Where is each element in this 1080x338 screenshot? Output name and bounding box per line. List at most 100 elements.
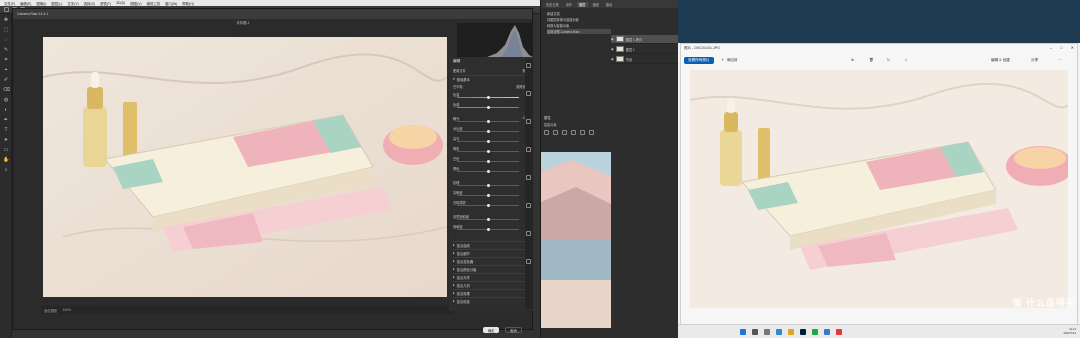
eye-icon[interactable]: ◉ <box>611 47 614 51</box>
slider-track[interactable] <box>457 119 519 123</box>
slider-track[interactable] <box>457 95 519 99</box>
slider-track[interactable] <box>457 149 519 153</box>
share-button[interactable]: 分享 <box>1031 58 1038 63</box>
more-icon[interactable]: ⋯ <box>1059 58 1063 62</box>
zoom-percent[interactable]: 100% <box>63 308 71 312</box>
delete-icon[interactable]: 🗑 <box>869 58 874 62</box>
acr-tool-icon[interactable] <box>526 259 531 264</box>
history-item[interactable]: 新建文档 <box>547 11 611 16</box>
section-basic[interactable]: ▾ 基础基本 <box>453 75 529 82</box>
slider-track[interactable] <box>457 217 519 221</box>
align-icon[interactable] <box>589 130 594 135</box>
slider-knob[interactable] <box>487 129 490 133</box>
align-icon[interactable] <box>580 130 585 135</box>
collapsed-section[interactable]: ▸ 混合曲线 <box>453 241 529 248</box>
tool-icon[interactable]: ⌖ <box>3 68 9 73</box>
collapsed-section[interactable]: ▸ 混合几何 <box>453 281 529 288</box>
wb-row[interactable]: 白平衡 原照设置 <box>453 83 529 89</box>
menu-item[interactable]: 选择(S) <box>84 1 95 6</box>
zoom-select[interactable]: 适合视图 <box>44 308 57 313</box>
eye-icon[interactable]: ◉ <box>611 57 614 61</box>
tool-icon[interactable]: ◐ <box>3 108 9 113</box>
slider-knob[interactable] <box>487 119 490 123</box>
profile-row[interactable]: 配置文件 颜色 <box>453 67 529 73</box>
tool-icon[interactable]: ◍ <box>3 98 9 103</box>
tool-icon[interactable]: ✐ <box>3 78 9 83</box>
slider-track[interactable] <box>457 129 519 133</box>
photoshop-icon[interactable] <box>800 329 806 335</box>
align-icon[interactable] <box>571 130 576 135</box>
panel-tab[interactable]: 图层 <box>577 1 588 7</box>
align-icon[interactable] <box>562 130 567 135</box>
ok-button[interactable]: 确定 <box>483 327 500 333</box>
rotate-icon[interactable]: ↻ <box>887 58 890 62</box>
edge-icon[interactable] <box>776 329 782 335</box>
slider-track[interactable] <box>457 203 519 207</box>
menu-item[interactable]: 滤镜(T) <box>100 1 111 6</box>
history-item[interactable]: 应用滤镜-Camera Raw <box>547 29 611 34</box>
tool-icon[interactable]: ✎ <box>3 48 9 53</box>
slider-track[interactable] <box>457 159 519 163</box>
slider-knob[interactable] <box>487 227 490 231</box>
menu-item[interactable]: 增效工具 <box>146 1 160 6</box>
panel-tab[interactable]: 历史记录 <box>544 2 561 7</box>
panel-tab[interactable]: 路径 <box>604 2 614 7</box>
tool-icon[interactable]: T <box>3 128 9 133</box>
layer-row[interactable]: ◉ 图层 1 拷贝 <box>611 35 679 44</box>
collapsed-section[interactable]: ▸ 混合效果 <box>453 289 529 296</box>
add-to-button[interactable]: ＋ 添加到 <box>721 58 737 63</box>
collapsed-section[interactable]: ▸ 混合颜色分级 <box>453 265 529 272</box>
slider-knob[interactable] <box>487 149 490 153</box>
slider-knob[interactable] <box>487 95 490 99</box>
menu-item[interactable]: 图层(L) <box>51 1 62 6</box>
slider-track[interactable] <box>457 139 519 143</box>
panel-tab[interactable]: 通道 <box>591 2 601 7</box>
search-icon[interactable] <box>752 329 758 335</box>
zoom-in-icon[interactable]: ⊕ <box>851 58 854 62</box>
wechat-icon[interactable] <box>812 329 818 335</box>
history-item[interactable]: 将图层转换为智能对象 <box>547 17 611 22</box>
collapsed-section[interactable]: ▸ 混合细节 <box>453 249 529 256</box>
collapsed-section[interactable]: ▸ 混合光学 <box>453 273 529 280</box>
panel-tab[interactable]: 动作 <box>564 2 574 7</box>
photos-icon[interactable] <box>824 329 830 335</box>
tool-icon[interactable]: ◌ <box>3 38 9 43</box>
layer-row[interactable]: ◉ 背景 <box>611 55 679 64</box>
slider-track[interactable] <box>457 193 519 197</box>
tool-icon[interactable]: ⬚ <box>3 28 9 33</box>
tool-icon[interactable]: ✥ <box>3 18 9 23</box>
task-view-icon[interactable] <box>764 329 770 335</box>
tool-icon[interactable]: ➤ <box>3 138 9 143</box>
slider-knob[interactable] <box>487 183 490 187</box>
eye-icon[interactable]: ◉ <box>611 37 614 41</box>
menu-item[interactable]: 3D(D) <box>116 1 125 5</box>
acr-tool-icon[interactable] <box>526 119 531 124</box>
slider-knob[interactable] <box>487 169 490 173</box>
acr-tool-icon[interactable] <box>526 91 531 96</box>
menu-item[interactable]: 文字(Y) <box>67 1 78 6</box>
tool-icon[interactable]: ✒ <box>3 118 9 123</box>
history-item[interactable]: 转换为智能对象 <box>547 23 611 28</box>
slider-knob[interactable] <box>487 217 490 221</box>
minimize-icon[interactable]: – <box>1050 45 1052 50</box>
slider-track[interactable] <box>457 105 519 109</box>
explorer-icon[interactable] <box>788 329 794 335</box>
acr-tool-icon[interactable] <box>526 175 531 180</box>
cancel-button[interactable]: 取消 <box>505 327 522 333</box>
tool-icon[interactable]: ✋ <box>3 158 9 163</box>
tool-icon[interactable]: ⌕ <box>3 168 9 173</box>
slider-knob[interactable] <box>487 105 490 109</box>
maximize-icon[interactable]: □ <box>1060 45 1062 50</box>
layer-row[interactable]: ◉ 图层 1 <box>611 45 679 54</box>
slider-knob[interactable] <box>487 203 490 207</box>
slider-track[interactable] <box>457 183 519 187</box>
tool-icon[interactable]: ⌫ <box>3 88 10 93</box>
crop-icon[interactable]: ⌗ <box>905 58 907 62</box>
menu-item[interactable]: 窗口(W) <box>165 1 177 6</box>
slider-knob[interactable] <box>487 139 490 143</box>
acr-tool-icon[interactable] <box>526 231 531 236</box>
slider-knob[interactable] <box>487 159 490 163</box>
close-icon[interactable]: ✕ <box>1071 45 1074 50</box>
menu-item[interactable]: 视图(V) <box>130 1 141 6</box>
align-icon[interactable] <box>553 130 558 135</box>
